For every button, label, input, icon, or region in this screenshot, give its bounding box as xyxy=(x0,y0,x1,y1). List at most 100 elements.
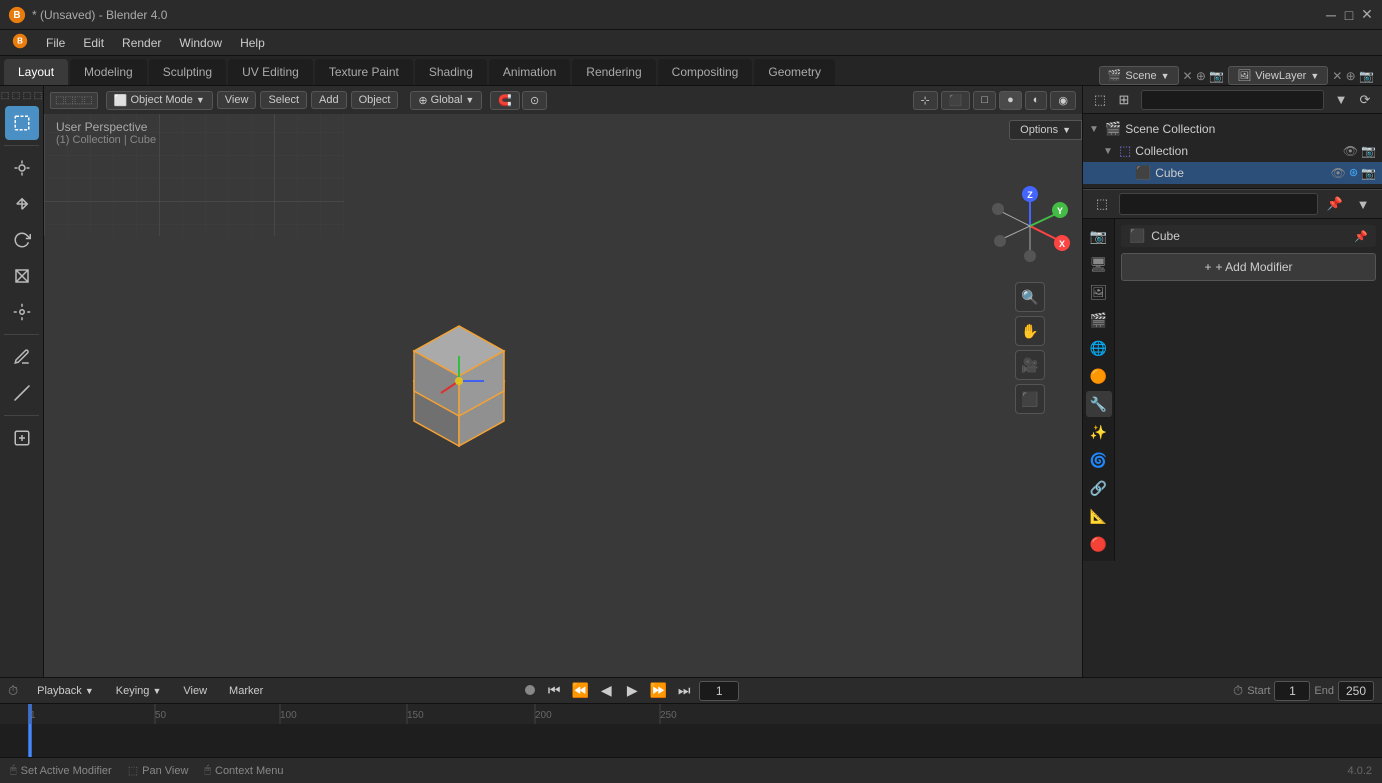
particles-properties-btn[interactable]: ✨ xyxy=(1086,419,1112,445)
next-keyframe-button[interactable]: ⏩ xyxy=(647,680,669,702)
jump-to-start-button[interactable]: ⏮ xyxy=(543,680,565,702)
timeline-mode-icon[interactable]: ⏱ xyxy=(8,683,18,699)
tool-add-object[interactable] xyxy=(5,421,39,455)
timeline-scrubber[interactable]: 1 50 100 150 200 250 xyxy=(0,704,1382,757)
viewport-shading-solid[interactable]: ● xyxy=(999,91,1022,110)
properties-search-input[interactable] xyxy=(1119,193,1318,215)
snap-button[interactable]: 🧲 xyxy=(490,91,520,110)
tab-texture-paint[interactable]: Texture Paint xyxy=(315,59,413,85)
viewport-object-menu[interactable]: Object xyxy=(351,91,399,109)
constraints-properties-btn[interactable]: 🔗 xyxy=(1086,475,1112,501)
output-properties-btn[interactable]: 🖥 xyxy=(1086,251,1112,277)
tool-rotate[interactable] xyxy=(5,223,39,257)
camera-button[interactable]: 🎥 xyxy=(1015,350,1045,380)
collection-hide-icon[interactable]: 👁 xyxy=(1343,144,1358,158)
proportional-edit-button[interactable]: ⊙ xyxy=(522,91,547,110)
tool-cursor[interactable] xyxy=(5,151,39,185)
start-frame-value[interactable]: 1 xyxy=(1274,681,1310,701)
tool-transform[interactable] xyxy=(5,295,39,329)
menu-file[interactable]: File xyxy=(38,34,73,52)
scene-filter-btn[interactable]: ⊞ xyxy=(1113,89,1135,111)
props-pin-icon[interactable]: 📌 xyxy=(1324,193,1346,215)
viewport-select-menu[interactable]: Select xyxy=(260,91,307,109)
timeline-view-menu[interactable]: View xyxy=(176,683,214,699)
render-properties-btn[interactable]: 📷 xyxy=(1086,223,1112,249)
scene-search-input[interactable] xyxy=(1141,90,1324,110)
timeline-keying-menu[interactable]: Keying ▼ xyxy=(109,683,169,699)
scene-selector[interactable]: 🎬 Scene ▼ xyxy=(1099,66,1179,85)
play-backward-button[interactable]: ◀ xyxy=(595,680,617,702)
physics-properties-btn[interactable]: 🌀 xyxy=(1086,447,1112,473)
scene-filter-icon[interactable]: ▼ xyxy=(1330,89,1352,111)
pan-button[interactable]: ✋ xyxy=(1015,316,1045,346)
minimize-button[interactable]: ─ xyxy=(1324,8,1338,22)
tool-measure[interactable] xyxy=(5,376,39,410)
timeline-playback-menu[interactable]: Playback ▼ xyxy=(30,683,101,699)
tab-uv-editing[interactable]: UV Editing xyxy=(228,59,313,85)
menu-edit[interactable]: Edit xyxy=(75,34,112,52)
orthographic-button[interactable]: ⬛ xyxy=(1015,384,1045,414)
timeline-marker-menu[interactable]: Marker xyxy=(222,683,270,699)
tab-geometry[interactable]: Geometry xyxy=(754,59,835,85)
tool-annotate[interactable] xyxy=(5,340,39,374)
modifier-properties-btn active[interactable]: 🔧 xyxy=(1086,391,1112,417)
viewport-add-menu[interactable]: Add xyxy=(311,91,347,109)
zoom-in-button[interactable]: 🔍 xyxy=(1015,282,1045,312)
cube-filter-icon[interactable]: ⊛ xyxy=(1349,166,1358,180)
cube-label: Cube xyxy=(1155,166,1326,180)
maximize-button[interactable]: □ xyxy=(1342,8,1356,22)
object-properties-btn[interactable]: 🟠 xyxy=(1086,363,1112,389)
outliner-scene-collection[interactable]: ▼ 🎬 Scene Collection xyxy=(1083,118,1382,140)
end-frame-value[interactable]: 250 xyxy=(1338,681,1374,701)
tab-animation[interactable]: Animation xyxy=(489,59,570,85)
viewlayer-selector[interactable]: 🖼 ViewLayer ▼ xyxy=(1228,66,1328,85)
scene-sync-icon[interactable]: ⟳ xyxy=(1354,89,1376,111)
scene-display-btn[interactable]: ⬚ xyxy=(1089,89,1111,111)
add-modifier-button[interactable]: + + Add Modifier xyxy=(1121,253,1376,281)
obj-pin-icon[interactable]: 📌 xyxy=(1354,230,1368,243)
tool-select-box[interactable] xyxy=(5,106,39,140)
tool-scale[interactable] xyxy=(5,259,39,293)
tab-layout[interactable]: Layout xyxy=(4,59,68,85)
object-mode-selector[interactable]: ⬜ Object Mode ▼ xyxy=(106,91,213,110)
world-properties-btn[interactable]: 🌐 xyxy=(1086,335,1112,361)
transform-orient-selector[interactable]: ⊕ Global ▼ xyxy=(410,91,482,110)
collection-render-icon[interactable]: 📷 xyxy=(1361,144,1376,158)
outliner-collection[interactable]: ▼ ⬚ Collection 👁 📷 xyxy=(1083,140,1382,162)
tab-sculpting[interactable]: Sculpting xyxy=(149,59,226,85)
viewport-shading-render[interactable]: ◉ xyxy=(1050,91,1076,110)
options-button[interactable]: Options ▼ xyxy=(1009,120,1082,140)
menu-blender[interactable]: B xyxy=(4,31,36,54)
viewport-3d[interactable]: ⬚⬚⬚⬚ ⬜ Object Mode ▼ View Select Add Obj… xyxy=(44,86,1082,677)
viewport-shading-wireframe[interactable]: □ xyxy=(973,91,996,110)
jump-to-end-button[interactable]: ⏭ xyxy=(673,680,695,702)
menu-render[interactable]: Render xyxy=(114,34,169,52)
cube-render-icon[interactable]: 📷 xyxy=(1361,166,1376,180)
props-expand-icon[interactable]: ▼ xyxy=(1352,193,1374,215)
viewport-overlay-btn[interactable]: ⬚⬚⬚⬚ xyxy=(50,92,98,109)
props-mode-btn[interactable]: ⬚ xyxy=(1091,193,1113,215)
viewport-view-menu[interactable]: View xyxy=(217,91,257,109)
scene-chevron-icon: ▼ xyxy=(1161,71,1170,81)
tab-compositing[interactable]: Compositing xyxy=(658,59,753,85)
play-button[interactable]: ▶ xyxy=(621,680,643,702)
scene-properties-btn[interactable]: 🎬 xyxy=(1086,307,1112,333)
prev-keyframe-button[interactable]: ⏪ xyxy=(569,680,591,702)
viewport-overlay-toggle[interactable]: ⬛ xyxy=(941,91,971,110)
view-layer-properties-btn[interactable]: 🖼 xyxy=(1086,279,1112,305)
object-data-btn[interactable]: 📐 xyxy=(1086,503,1112,529)
current-frame-display[interactable]: 1 xyxy=(699,681,739,701)
tab-shading[interactable]: Shading xyxy=(415,59,487,85)
tab-modeling[interactable]: Modeling xyxy=(70,59,147,85)
tool-move[interactable] xyxy=(5,187,39,221)
viewport-gizmo-toggle[interactable]: ⊹ xyxy=(913,91,938,110)
close-button[interactable]: ✕ xyxy=(1360,8,1374,22)
navigation-gizmo[interactable]: Z X Y xyxy=(990,186,1070,266)
menu-window[interactable]: Window xyxy=(171,34,230,52)
material-properties-btn[interactable]: 🔴 xyxy=(1086,531,1112,557)
outliner-cube[interactable]: ⬛ Cube 👁 ⊛ 📷 xyxy=(1083,162,1382,184)
viewport-shading-material[interactable]: ◐ xyxy=(1025,91,1048,110)
tab-rendering[interactable]: Rendering xyxy=(572,59,655,85)
menu-help[interactable]: Help xyxy=(232,34,273,52)
cube-hide-icon[interactable]: 👁 xyxy=(1331,166,1346,180)
